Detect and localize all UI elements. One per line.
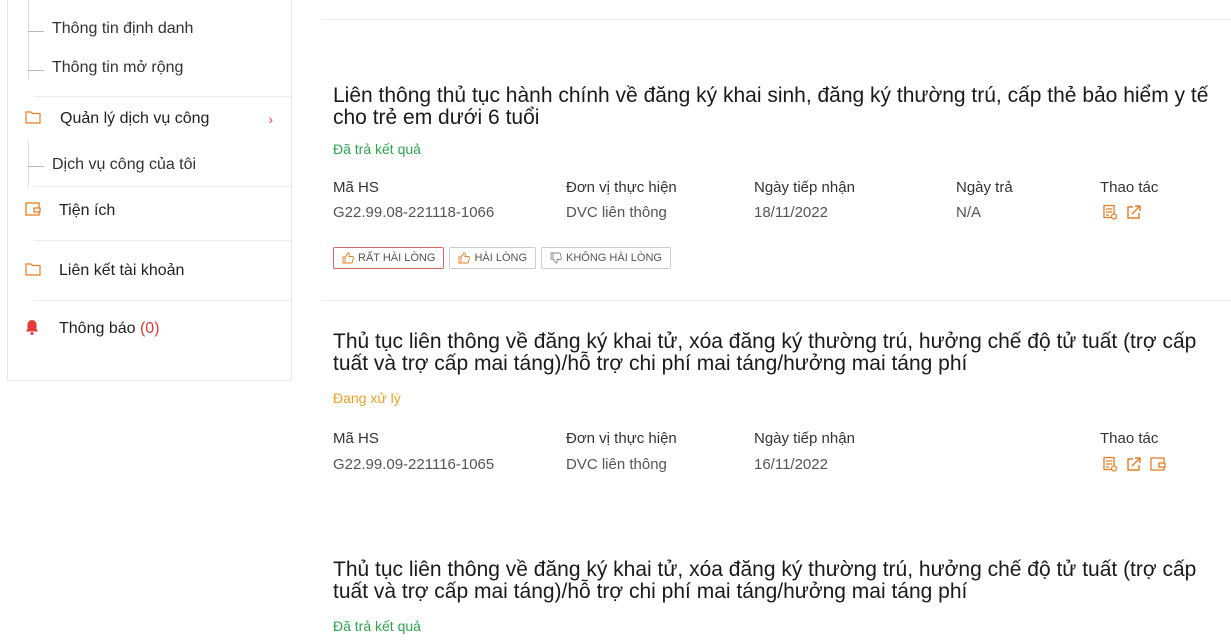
- column-header-received: Ngày tiếp nhận: [754, 179, 855, 196]
- tree-line: [28, 0, 29, 80]
- status-badge: Đang xử lý: [333, 390, 401, 406]
- sidebar-subitem-extended-info[interactable]: Thông tin mở rộng: [52, 59, 183, 77]
- document-icon[interactable]: [1102, 204, 1118, 220]
- document-icon[interactable]: [1102, 456, 1118, 472]
- thumb-down-icon: [550, 252, 562, 264]
- sidebar-item-manage-public-services[interactable]: Quản lý dịch vụ công ›: [8, 97, 291, 141]
- sidebar-subitem-my-services[interactable]: Dịch vụ công của tôi: [52, 156, 196, 174]
- divider: [322, 19, 1231, 20]
- wallet-icon: [25, 201, 41, 222]
- column-header-unit: Đơn vị thực hiện: [566, 430, 677, 447]
- status-badge: Đã trả kết quả: [333, 141, 421, 157]
- rating-buttons: RẤT HÀI LÒNG HÀI LÒNG KHÔNG HÀI LÒNG: [333, 247, 671, 269]
- thumb-up-icon: [342, 252, 354, 264]
- sidebar-item-label: Quản lý dịch vụ công: [60, 110, 210, 127]
- record-code: G22.99.09-221116-1065: [333, 456, 495, 473]
- sidebar-item-linked-accounts[interactable]: Liên kết tài khoản: [8, 249, 291, 293]
- record-actions: [1102, 204, 1142, 220]
- rating-label: RẤT HÀI LÒNG: [358, 252, 436, 264]
- divider: [34, 240, 291, 241]
- record-received-date: 18/11/2022: [754, 204, 828, 221]
- folder-icon: [25, 262, 41, 281]
- satisfied-button[interactable]: HÀI LÒNG: [449, 247, 537, 269]
- record-title[interactable]: Liên thông thủ tục hành chính về đăng ký…: [333, 85, 1223, 129]
- bell-icon: [25, 319, 39, 340]
- tree-line: [28, 141, 29, 187]
- share-icon[interactable]: [1126, 456, 1142, 472]
- tree-branch: [28, 166, 44, 167]
- sidebar-item-label: Tiện ích: [59, 202, 116, 219]
- record-code: G22.99.08-221118-1066: [333, 204, 495, 221]
- wallet-icon[interactable]: [1150, 456, 1166, 472]
- column-header-returned: Ngày trả: [956, 179, 1013, 196]
- rating-label: KHÔNG HÀI LÒNG: [566, 252, 662, 264]
- share-icon[interactable]: [1126, 204, 1142, 220]
- tree-branch: [28, 31, 44, 32]
- folder-icon: [25, 110, 41, 129]
- divider: [322, 300, 1231, 301]
- record-unit: DVC liên thông: [566, 204, 667, 221]
- rating-label: HÀI LÒNG: [474, 252, 528, 264]
- status-badge: Đã trả kết quả: [333, 618, 421, 634]
- chevron-right-icon: ›: [268, 111, 273, 127]
- thumb-up-icon: [458, 252, 471, 264]
- record-title[interactable]: Thủ tục liên thông về đăng ký khai tử, x…: [333, 331, 1223, 375]
- sidebar-item-notifications[interactable]: Thông báo (0): [8, 307, 291, 351]
- not-satisfied-button[interactable]: KHÔNG HÀI LÒNG: [541, 247, 671, 269]
- column-header-unit: Đơn vị thực hiện: [566, 179, 677, 196]
- very-satisfied-button[interactable]: RẤT HÀI LÒNG: [333, 247, 445, 269]
- column-header-code: Mã HS: [333, 179, 379, 196]
- record-received-date: 16/11/2022: [754, 456, 828, 473]
- sidebar-subitem-identity[interactable]: Thông tin định danh: [52, 20, 193, 38]
- notification-count: (0): [139, 320, 160, 337]
- record-actions: [1102, 456, 1166, 472]
- sidebar-item-utilities[interactable]: Tiện ích: [8, 189, 291, 233]
- column-header-code: Mã HS: [333, 430, 379, 447]
- sidebar-item-label: Liên kết tài khoản: [59, 262, 185, 279]
- record-return-date: N/A: [956, 204, 982, 221]
- column-header-received: Ngày tiếp nhận: [754, 430, 855, 447]
- divider: [34, 300, 291, 301]
- record-unit: DVC liên thông: [566, 456, 667, 473]
- divider: [34, 186, 291, 187]
- column-header-actions: Thao tác: [1100, 430, 1159, 447]
- column-header-actions: Thao tác: [1100, 179, 1159, 196]
- record-title[interactable]: Thủ tục liên thông về đăng ký khai tử, x…: [333, 559, 1223, 603]
- tree-branch: [28, 70, 44, 71]
- sidebar: Thông tin định danh Thông tin mở rộng Qu…: [7, 0, 292, 381]
- sidebar-item-label: Thông báo: [59, 320, 136, 337]
